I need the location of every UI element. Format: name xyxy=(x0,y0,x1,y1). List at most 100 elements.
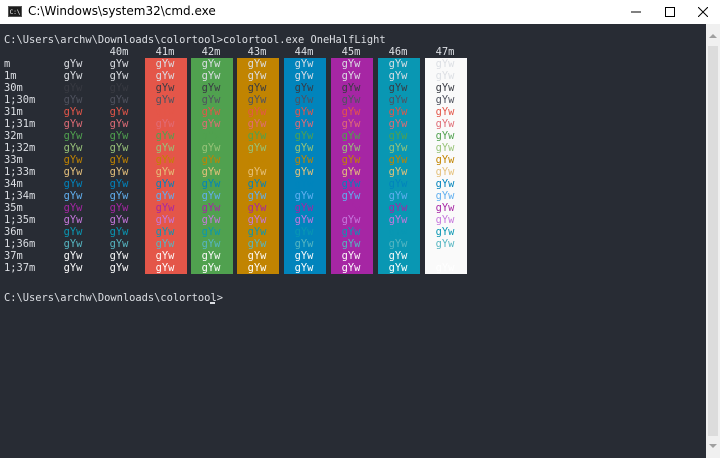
row-label: 1;33m xyxy=(4,166,36,178)
sample-cell: gYw xyxy=(435,118,455,130)
sample-cell: gYw xyxy=(155,178,175,190)
sample-cell: gYw xyxy=(294,226,314,238)
sample-cell: gYw xyxy=(294,262,314,274)
sample-cell: gYw xyxy=(341,82,361,94)
maximize-button[interactable] xyxy=(653,0,687,24)
sample-cell: gYw xyxy=(201,70,221,82)
sample-cell: gYw xyxy=(294,142,314,154)
sample-cell: gYw xyxy=(341,130,361,142)
sample-cell: gYw xyxy=(341,226,361,238)
row-label: 1;37m xyxy=(4,262,36,274)
sample-cell: gYw xyxy=(435,130,455,142)
sample-cell: gYw xyxy=(435,58,455,70)
sample-cell: gYw xyxy=(388,58,408,70)
sample-cell: gYw xyxy=(201,82,221,94)
sample-cell: gYw xyxy=(247,142,267,154)
console-output[interactable]: C:\Users\archw\Downloads\colortool>color… xyxy=(0,24,706,458)
sample-cell: gYw xyxy=(341,154,361,166)
sample-cell: gYw xyxy=(109,106,129,118)
sample-cell: gYw xyxy=(155,58,175,70)
sample-cell: gYw xyxy=(155,82,175,94)
sample-cell: gYw xyxy=(294,190,314,202)
sample-cell: gYw xyxy=(155,118,175,130)
sample-cell: gYw xyxy=(155,262,175,274)
sample-cell: gYw xyxy=(388,238,408,250)
sample-cell: gYw xyxy=(247,178,267,190)
sample-cell: gYw xyxy=(247,166,267,178)
vertical-scrollbar[interactable] xyxy=(706,24,720,458)
sample-cell: gYw xyxy=(201,118,221,130)
command-line: C:\Users\archw\Downloads\colortool>color… xyxy=(4,34,386,46)
sample-cell: gYw xyxy=(201,214,221,226)
row-label: 1;31m xyxy=(4,118,36,130)
sample-cell: gYw xyxy=(435,166,455,178)
sample-cell: gYw xyxy=(63,142,83,154)
sample-cell: gYw xyxy=(63,118,83,130)
sample-cell: gYw xyxy=(294,250,314,262)
title-bar[interactable]: C:\ C:\Windows\system32\cmd.exe xyxy=(0,0,720,24)
column-header-45m: 45m xyxy=(341,46,361,58)
sample-cell: gYw xyxy=(63,262,83,274)
sample-cell: gYw xyxy=(109,262,129,274)
sample-cell: gYw xyxy=(201,226,221,238)
sample-cell: gYw xyxy=(435,106,455,118)
minimize-button[interactable] xyxy=(619,0,653,24)
row-label: 1m xyxy=(4,70,17,82)
sample-cell: gYw xyxy=(341,202,361,214)
sample-cell: gYw xyxy=(341,262,361,274)
sample-cell: gYw xyxy=(109,70,129,82)
sample-cell: gYw xyxy=(201,262,221,274)
scroll-down-icon[interactable] xyxy=(709,444,717,448)
sample-cell: gYw xyxy=(155,142,175,154)
sample-cell: gYw xyxy=(109,190,129,202)
row-label: 35m xyxy=(4,202,23,214)
sample-cell: gYw xyxy=(155,190,175,202)
sample-cell: gYw xyxy=(294,106,314,118)
sample-cell: gYw xyxy=(155,154,175,166)
column-header-43m: 43m xyxy=(247,46,267,58)
sample-cell: gYw xyxy=(294,202,314,214)
row-label: 1;36m xyxy=(4,238,36,250)
sample-cell: gYw xyxy=(247,70,267,82)
maximize-icon xyxy=(665,7,675,17)
sample-cell: gYw xyxy=(294,70,314,82)
sample-cell: gYw xyxy=(294,82,314,94)
sample-cell: gYw xyxy=(294,130,314,142)
cmd-icon[interactable]: C:\ xyxy=(8,6,22,17)
sample-cell: gYw xyxy=(201,130,221,142)
sample-cell: gYw xyxy=(294,166,314,178)
sample-cell: gYw xyxy=(388,118,408,130)
column-header-46m: 46m xyxy=(388,46,408,58)
close-button[interactable] xyxy=(686,0,720,24)
minimize-icon xyxy=(631,11,641,13)
sample-cell: gYw xyxy=(63,226,83,238)
sample-cell: gYw xyxy=(388,166,408,178)
column-header-42m: 42m xyxy=(201,46,221,58)
sample-cell: gYw xyxy=(155,70,175,82)
sample-cell: gYw xyxy=(341,70,361,82)
sample-cell: gYw xyxy=(109,250,129,262)
sample-cell: gYw xyxy=(388,178,408,190)
sample-cell: gYw xyxy=(294,94,314,106)
scrollbar-thumb[interactable] xyxy=(708,46,718,436)
sample-cell: gYw xyxy=(201,166,221,178)
row-label: 1;34m xyxy=(4,190,36,202)
sample-cell: gYw xyxy=(109,178,129,190)
current-prompt: C:\Users\archw\Downloads\colortool> xyxy=(4,292,223,304)
sample-cell: gYw xyxy=(247,106,267,118)
sample-cell: gYw xyxy=(341,190,361,202)
scroll-up-icon[interactable] xyxy=(709,34,717,38)
sample-cell: gYw xyxy=(435,154,455,166)
sample-cell: gYw xyxy=(63,202,83,214)
sample-cell: gYw xyxy=(201,190,221,202)
row-label: m xyxy=(4,58,11,70)
sample-cell: gYw xyxy=(201,58,221,70)
sample-cell: gYw xyxy=(201,94,221,106)
sample-cell: gYw xyxy=(247,238,267,250)
sample-cell: gYw xyxy=(435,214,455,226)
sample-cell: gYw xyxy=(388,226,408,238)
sample-cell: gYw xyxy=(435,94,455,106)
sample-cell: gYw xyxy=(388,142,408,154)
sample-cell: gYw xyxy=(247,226,267,238)
sample-cell: gYw xyxy=(109,214,129,226)
